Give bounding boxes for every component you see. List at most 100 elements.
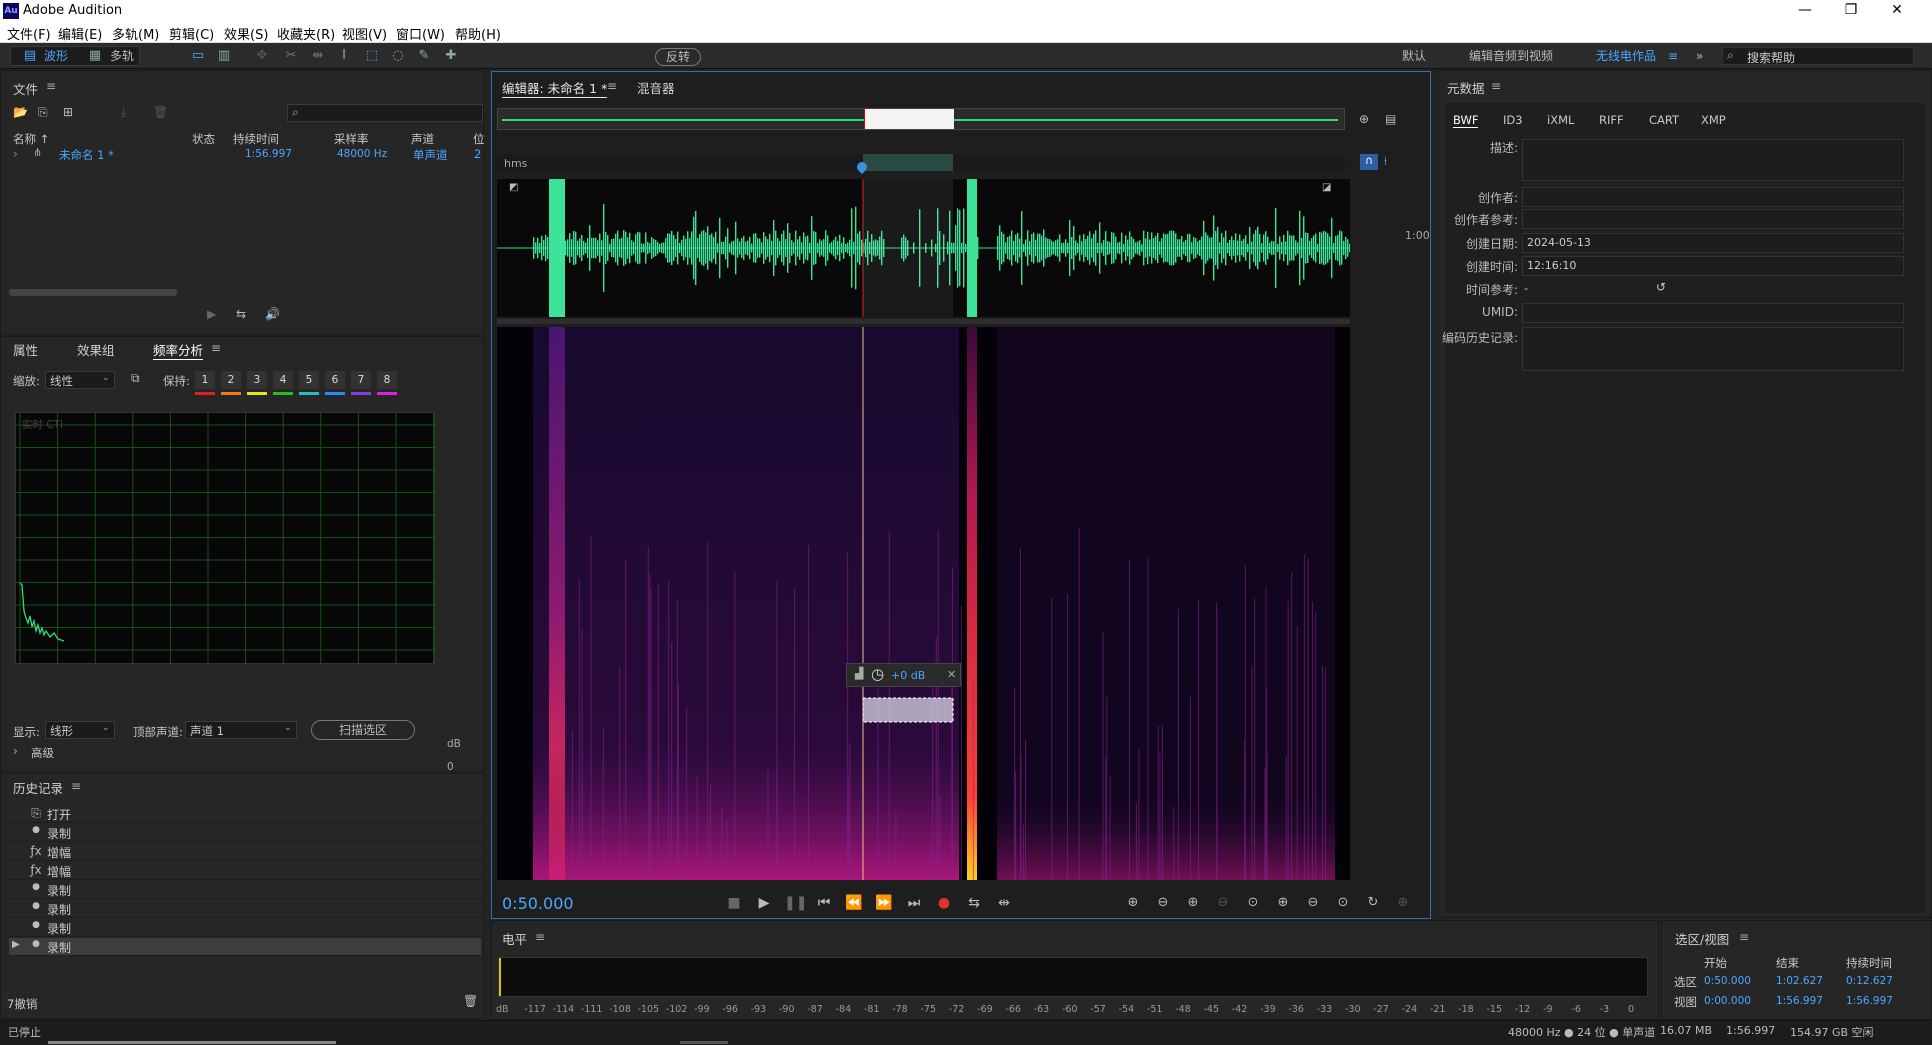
waveform-display[interactable]: ◩ ◪ <box>497 179 1351 317</box>
selection-duration[interactable]: 0:12.627 <box>1846 975 1893 987</box>
marker-pin-icon[interactable]: ⍿ <box>1384 154 1387 169</box>
view-duration[interactable]: 1:56.997 <box>1846 995 1893 1007</box>
hold-button-6[interactable]: 6 <box>325 371 345 389</box>
workspace-edit-audio-to-video[interactable]: 编辑音频到视频 <box>1469 47 1553 65</box>
slip-tool-icon[interactable]: ⇹ <box>310 48 326 64</box>
zoom-in-time-icon[interactable]: ⊕ <box>1182 893 1204 913</box>
history-item[interactable]: ● 录制 <box>9 881 481 899</box>
meta-umid-field[interactable] <box>1522 303 1904 323</box>
tab-bwf[interactable]: BWF <box>1453 113 1479 128</box>
marquee-tool-icon[interactable]: ⬚ <box>364 48 380 64</box>
insert-icon[interactable]: ⤓ <box>121 105 126 120</box>
time-selection-tool-icon[interactable]: I <box>336 48 352 64</box>
meta-description-field[interactable] <box>1522 139 1904 181</box>
expand-icon[interactable]: › <box>13 147 18 161</box>
hold-button-2[interactable]: 2 <box>221 371 241 389</box>
files-panel-menu-icon[interactable]: ≡ <box>46 79 56 93</box>
meta-creator-ref-field[interactable] <box>1522 209 1904 229</box>
snapshot-icon[interactable]: ⧉ <box>131 371 140 386</box>
hold-button-7[interactable]: 7 <box>351 371 371 389</box>
workspace-menu-icon[interactable]: ≡ <box>1668 47 1678 65</box>
metadata-menu-icon[interactable]: ≡ <box>1491 79 1501 93</box>
spectral-view-icon[interactable]: ▥ <box>216 48 232 64</box>
invert-button[interactable]: 反转 <box>655 48 701 66</box>
history-item[interactable]: ▶ ● 录制 <box>9 938 481 956</box>
stop-icon[interactable]: ■ <box>724 893 744 913</box>
fade-in-handle-icon[interactable]: ◩ <box>509 182 518 193</box>
play-icon[interactable]: ▶ <box>754 893 774 913</box>
tab-mixer[interactable]: 混音器 <box>637 78 675 97</box>
lasso-tool-icon[interactable]: ◌ <box>390 48 406 64</box>
hud-volume[interactable]: ▟ ◷ +0 dB ✕ <box>846 663 961 687</box>
level-menu-icon[interactable]: ≡ <box>535 930 545 944</box>
selection-end[interactable]: 1:02.627 <box>1776 975 1823 987</box>
zoom-in-amplitude-icon[interactable]: ⊕ <box>1122 893 1144 913</box>
history-item[interactable]: ● 录制 <box>9 824 481 842</box>
meta-creator-field[interactable] <box>1522 187 1904 207</box>
help-search-box[interactable]: ⌕ 搜索帮助 <box>1722 47 1914 65</box>
zoom-full-icon[interactable]: ⊙ <box>1242 893 1264 913</box>
pause-icon[interactable]: ❚❚ <box>784 893 807 913</box>
overview-menu-icon[interactable]: ▤ <box>1385 112 1396 126</box>
menu-help[interactable]: 帮助(H) <box>455 24 501 43</box>
editor-menu-icon[interactable]: ≡ <box>607 79 617 93</box>
hold-button-3[interactable]: 3 <box>247 371 267 389</box>
selection-start[interactable]: 0:50.000 <box>1704 975 1751 987</box>
scale-select[interactable]: 线性 ⌄ <box>45 371 115 389</box>
menu-clip[interactable]: 剪辑(C) <box>169 24 214 43</box>
hold-button-4[interactable]: 4 <box>273 371 293 389</box>
history-menu-icon[interactable]: ≡ <box>71 779 81 793</box>
multitrack-mode-button[interactable]: 多轨 <box>110 47 134 65</box>
workspace-default[interactable]: 默认 <box>1402 47 1426 65</box>
history-item[interactable]: ⎘ 打开 <box>9 805 481 823</box>
waveform-spectral-divider[interactable] <box>497 319 1350 324</box>
fade-out-handle-icon[interactable]: ◪ <box>1322 182 1331 193</box>
meta-time-field[interactable]: 12:16:10 <box>1522 256 1904 276</box>
delete-file-icon[interactable]: 🗑 <box>153 105 168 119</box>
new-file-icon[interactable]: ⊞ <box>63 105 73 119</box>
history-item[interactable]: ƒx 增幅 <box>9 843 481 861</box>
advanced-label[interactable]: 高级 <box>31 745 54 761</box>
file-search-input[interactable]: ⌕ <box>287 104 483 122</box>
display-select[interactable]: 线形 ⌄ <box>45 721 115 739</box>
import-file-icon[interactable]: ⎘ <box>38 105 48 120</box>
snap-icon[interactable]: ∩ <box>1360 154 1378 170</box>
record-icon[interactable]: ● <box>934 893 954 913</box>
close-button[interactable]: ✕ <box>1874 0 1920 22</box>
workspace-overflow-icon[interactable]: » <box>1696 47 1703 65</box>
fast-forward-icon[interactable]: ⏩ <box>874 893 894 913</box>
hud-gain-value[interactable]: +0 dB <box>891 669 925 682</box>
waveform-mode-button[interactable]: 波形 <box>44 47 68 65</box>
hold-button-8[interactable]: 8 <box>377 371 397 389</box>
advanced-expand-icon[interactable]: › <box>13 744 18 758</box>
brush-tool-icon[interactable]: ✎ <box>416 48 432 64</box>
view-start[interactable]: 0:00.000 <box>1704 995 1751 1007</box>
top-channel-select[interactable]: 声道 1 ⌄ <box>185 721 297 739</box>
history-item[interactable]: ● 录制 <box>9 900 481 918</box>
menu-multitrack[interactable]: 多轨(M) <box>112 24 159 43</box>
tab-frequency-analysis[interactable]: 频率分析 <box>153 340 204 360</box>
hold-button-5[interactable]: 5 <box>299 371 319 389</box>
current-time-display[interactable]: 0:50.000 <box>502 894 574 913</box>
razor-tool-icon[interactable]: ✂ <box>283 48 299 64</box>
skip-to-start-icon[interactable]: ⏮ <box>814 893 834 913</box>
move-tool-icon[interactable]: ✥ <box>254 48 270 64</box>
zoom-out-point-icon[interactable]: ⊖ <box>1302 893 1324 913</box>
overview-navigator[interactable] <box>497 108 1345 130</box>
skip-selection-icon[interactable]: ⇹ <box>994 893 1014 913</box>
files-horizontal-scrollbar[interactable] <box>9 289 177 296</box>
autoplay-icon[interactable]: 🔊 <box>265 307 280 321</box>
time-ruler[interactable] <box>497 154 1345 171</box>
open-file-icon[interactable]: 📂 <box>13 105 28 119</box>
tab-xmp[interactable]: XMP <box>1701 113 1726 127</box>
hud-pin-icon[interactable]: ✕ <box>947 668 956 681</box>
tab-editor[interactable]: 编辑器: 未命名 1 * <box>502 78 608 98</box>
reset-time-ref-icon[interactable]: ↺ <box>1656 280 1666 294</box>
view-end[interactable]: 1:56.997 <box>1776 995 1823 1007</box>
analysis-menu-icon[interactable]: ≡ <box>211 341 221 355</box>
file-row[interactable]: › ⋔ 未命名 1 * 1:56.997 48000 Hz 单声道 2 <box>7 145 483 163</box>
menu-edit[interactable]: 编辑(E) <box>58 24 102 43</box>
rewind-icon[interactable]: ⏪ <box>844 893 864 913</box>
spot-healing-tool-icon[interactable]: ✚ <box>443 48 459 64</box>
overview-view-range[interactable] <box>864 109 954 129</box>
